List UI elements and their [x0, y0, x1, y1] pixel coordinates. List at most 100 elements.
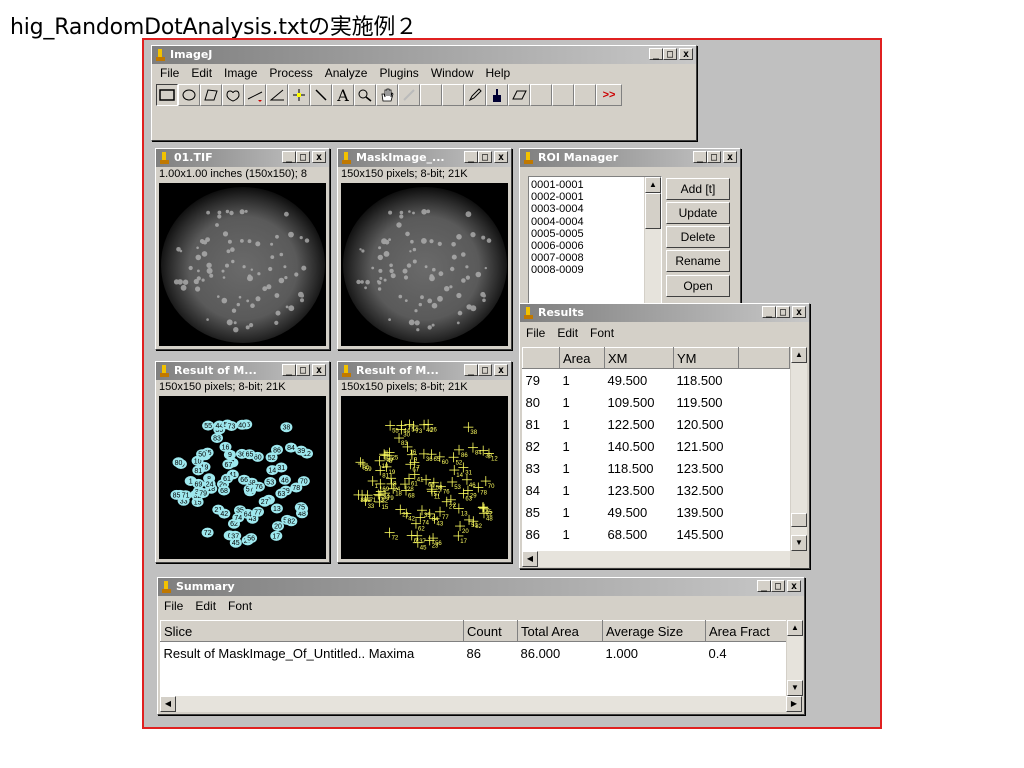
- summary-titlebar[interactable]: Summary _ □ x: [158, 578, 804, 596]
- roi-titlebar[interactable]: ROI Manager _ □ x: [520, 149, 740, 167]
- polygon-tool-icon[interactable]: [200, 84, 222, 106]
- scroll-up-icon[interactable]: ▲: [645, 177, 661, 193]
- minimize-button[interactable]: _: [762, 306, 776, 318]
- pencil-tool-icon[interactable]: [464, 84, 486, 106]
- scroll-right-icon[interactable]: ▶: [786, 696, 802, 712]
- summary-vscrollbar[interactable]: ▲ ▼: [786, 620, 803, 696]
- table-row[interactable]: 82 1 140.500 121.500: [523, 435, 790, 457]
- summary-hscrollbar[interactable]: ◀ ▶: [160, 696, 802, 712]
- image2-titlebar[interactable]: MaskImage_... _ □ x: [338, 149, 511, 167]
- text-tool-icon[interactable]: A: [332, 84, 354, 106]
- roi-list-item[interactable]: 0005-0005: [531, 228, 659, 240]
- results-titlebar[interactable]: Results _ □ x: [520, 304, 809, 322]
- roi-list[interactable]: 0001-0001 0002-0001 0003-0004 0004-0004 …: [528, 176, 662, 304]
- maximize-button[interactable]: □: [296, 364, 310, 376]
- column-header[interactable]: [522, 347, 560, 369]
- close-button[interactable]: x: [494, 151, 508, 163]
- brush-tool-icon[interactable]: [486, 84, 508, 106]
- close-button[interactable]: x: [792, 306, 806, 318]
- wand-tool-icon[interactable]: [310, 84, 332, 106]
- table-row[interactable]: 83 1 118.500 123.500: [523, 457, 790, 479]
- menu-window[interactable]: Window: [425, 64, 480, 82]
- menu-image[interactable]: Image: [218, 64, 263, 82]
- image2-canvas[interactable]: [341, 183, 508, 346]
- image3-titlebar[interactable]: Result of M... _ □ x: [156, 362, 329, 380]
- menu-edit[interactable]: Edit: [185, 64, 218, 82]
- point-tool-icon[interactable]: [288, 84, 310, 106]
- menu-font[interactable]: Font: [222, 597, 258, 615]
- roi-list-item[interactable]: 0001-0001: [531, 179, 659, 191]
- table-row[interactable]: 85 1 49.500 139.500: [523, 501, 790, 523]
- column-header[interactable]: Area Fract: [705, 620, 786, 642]
- rectangle-tool-icon[interactable]: [156, 84, 178, 106]
- menu-file[interactable]: File: [158, 597, 189, 615]
- column-header[interactable]: Count: [463, 620, 518, 642]
- roi-list-item[interactable]: 0002-0001: [531, 191, 659, 203]
- more-tools-button[interactable]: >>: [596, 84, 622, 106]
- scroll-left-icon[interactable]: ◀: [160, 696, 176, 712]
- scroll-thumb[interactable]: [791, 513, 807, 527]
- column-header[interactable]: YM: [673, 347, 739, 369]
- table-row[interactable]: 79 1 49.500 118.500: [523, 369, 790, 392]
- menu-process[interactable]: Process: [263, 64, 318, 82]
- oval-tool-icon[interactable]: [178, 84, 200, 106]
- minimize-button[interactable]: _: [282, 364, 296, 376]
- table-row[interactable]: Result of MaskImage_Of_Untitled.. Maxima…: [161, 642, 787, 665]
- image1-titlebar[interactable]: 01.TIF _ □ x: [156, 149, 329, 167]
- column-header[interactable]: Area: [559, 347, 605, 369]
- menu-edit[interactable]: Edit: [189, 597, 222, 615]
- scroll-thumb[interactable]: [645, 193, 661, 229]
- scroll-down-icon[interactable]: ▼: [791, 535, 807, 551]
- minimize-button[interactable]: _: [464, 364, 478, 376]
- roi-rename-button[interactable]: Rename: [666, 250, 730, 272]
- roi-list-item[interactable]: 0008-0009: [531, 264, 659, 276]
- table-row[interactable]: 81 1 122.500 120.500: [523, 413, 790, 435]
- image4-canvas[interactable]: 1234567891011121314151617181920212223242…: [341, 396, 508, 559]
- maximize-button[interactable]: □: [663, 48, 677, 60]
- freehand-tool-icon[interactable]: [222, 84, 244, 106]
- roi-list-item[interactable]: 0003-0004: [531, 203, 659, 215]
- image3-canvas[interactable]: 1234567891011121314151617181920212223242…: [159, 396, 326, 559]
- table-row[interactable]: 80 1 109.500 119.500: [523, 391, 790, 413]
- maximize-button[interactable]: □: [776, 306, 790, 318]
- close-button[interactable]: x: [679, 48, 693, 60]
- scroll-left-icon[interactable]: ◀: [522, 551, 538, 567]
- maximize-button[interactable]: □: [771, 580, 785, 592]
- maximize-button[interactable]: □: [478, 151, 492, 163]
- angle-tool-icon[interactable]: [266, 84, 288, 106]
- minimize-button[interactable]: _: [693, 151, 707, 163]
- column-header[interactable]: XM: [604, 347, 674, 369]
- menu-edit[interactable]: Edit: [551, 324, 584, 342]
- minimize-button[interactable]: _: [464, 151, 478, 163]
- table-row[interactable]: 86 1 68.500 145.500: [523, 523, 790, 545]
- image1-canvas[interactable]: [159, 183, 326, 346]
- close-button[interactable]: x: [494, 364, 508, 376]
- dropper-tool-icon[interactable]: [398, 84, 420, 106]
- roi-list-item[interactable]: 0007-0008: [531, 252, 659, 264]
- magnifier-tool-icon[interactable]: [354, 84, 376, 106]
- menu-analyze[interactable]: Analyze: [319, 64, 374, 82]
- roi-update-button[interactable]: Update: [666, 202, 730, 224]
- table-row[interactable]: 84 1 123.500 132.500: [523, 479, 790, 501]
- image4-titlebar[interactable]: Result of M... _ □ x: [338, 362, 511, 380]
- menu-plugins[interactable]: Plugins: [373, 64, 424, 82]
- maximize-button[interactable]: □: [478, 364, 492, 376]
- menu-file[interactable]: File: [520, 324, 551, 342]
- column-header[interactable]: Slice: [160, 620, 464, 642]
- hand-tool-icon[interactable]: [376, 84, 398, 106]
- menu-help[interactable]: Help: [480, 64, 517, 82]
- roi-open-button[interactable]: Open: [666, 275, 730, 297]
- maximize-button[interactable]: □: [296, 151, 310, 163]
- scroll-down-icon[interactable]: ▼: [787, 680, 803, 696]
- close-button[interactable]: x: [723, 151, 737, 163]
- roi-add-button[interactable]: Add [t]: [666, 178, 730, 200]
- minimize-button[interactable]: _: [282, 151, 296, 163]
- menu-font[interactable]: Font: [584, 324, 620, 342]
- minimize-button[interactable]: _: [757, 580, 771, 592]
- roi-list-item[interactable]: 0006-0006: [531, 240, 659, 252]
- roi-scrollbar[interactable]: ▲: [644, 177, 661, 303]
- scroll-up-icon[interactable]: ▲: [791, 347, 807, 363]
- roi-list-item[interactable]: 0004-0004: [531, 216, 659, 228]
- minimize-button[interactable]: _: [649, 48, 663, 60]
- column-header[interactable]: Average Size: [602, 620, 706, 642]
